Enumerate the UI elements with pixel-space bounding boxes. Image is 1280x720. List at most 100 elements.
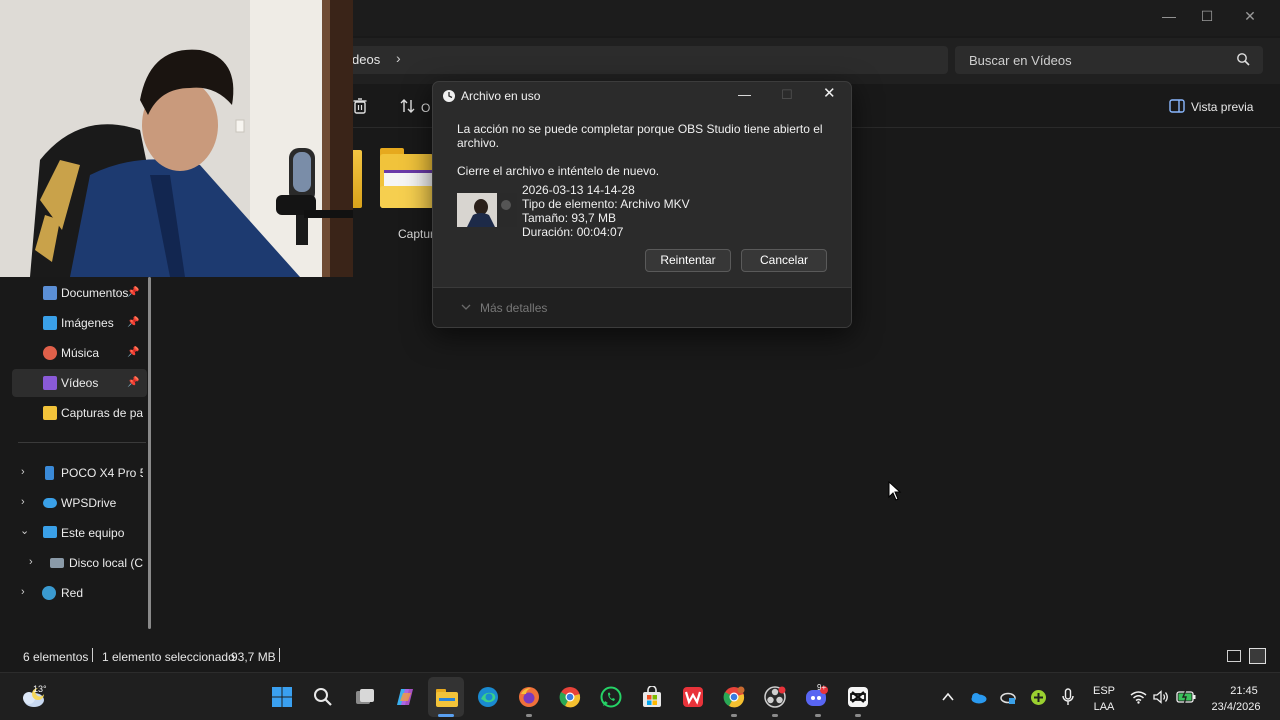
chevron-down-icon[interactable] <box>461 303 471 311</box>
music-icon <box>43 346 57 360</box>
sidebar-item-label: Documentos <box>61 286 129 300</box>
close-button[interactable]: ✕ <box>1230 4 1270 28</box>
onedrive-icon[interactable] <box>969 690 987 704</box>
language-indicator[interactable]: ESP <box>1093 685 1115 697</box>
webcam-overlay <box>0 0 353 277</box>
sidebar-item-red[interactable]: Red <box>61 586 83 600</box>
sidebar-item-wpsdrive[interactable]: WPSDrive <box>61 496 116 510</box>
dialog-close-button[interactable]: ✕ <box>823 86 836 101</box>
start-icon[interactable] <box>271 686 293 708</box>
edge-icon[interactable] <box>477 686 499 708</box>
chevron-up-icon[interactable] <box>942 692 954 702</box>
file-duration: Duración: 00:04:07 <box>522 225 624 239</box>
document-icon <box>43 286 57 300</box>
retry-button[interactable]: Reintentar <box>645 249 731 272</box>
keyboard-layout-indicator[interactable]: LAA <box>1093 701 1115 713</box>
dialog-message-line-2: archivo. <box>457 136 500 150</box>
chevron-right-icon[interactable]: › <box>21 496 25 508</box>
folder-icon <box>43 406 57 420</box>
cloud-icon <box>43 498 57 508</box>
more-details-toggle[interactable]: Más detalles <box>480 301 547 315</box>
maximize-button[interactable]: ☐ <box>1187 4 1227 28</box>
wps-icon[interactable] <box>682 686 704 708</box>
tiles-view-icon[interactable] <box>1249 648 1266 664</box>
battery-icon[interactable] <box>1176 689 1196 704</box>
video-thumbnail <box>457 193 517 227</box>
discord-notification-badge: 9+ <box>817 683 827 692</box>
sidebar-scrollbar[interactable] <box>148 277 151 629</box>
sidebar-item-label: Música <box>61 346 100 360</box>
chevron-right-icon[interactable]: › <box>29 556 33 568</box>
chevron-right-icon[interactable]: › <box>21 586 25 598</box>
dialog-maximize-button: ☐ <box>781 87 793 102</box>
mouse-cursor-icon <box>888 481 902 501</box>
folder-icon[interactable] <box>380 146 436 210</box>
item-count: 6 elementos <box>23 650 89 664</box>
chrome-icon[interactable] <box>559 686 581 708</box>
file-explorer-icon[interactable] <box>435 686 459 708</box>
address-field[interactable] <box>330 46 948 74</box>
sort-button-label[interactable]: O <box>421 101 430 115</box>
status-separator <box>279 648 280 662</box>
chevron-right-icon[interactable]: › <box>21 466 25 478</box>
clock-date[interactable]: 23/4/2026 <box>1206 701 1266 713</box>
dialog-instruction: Cierre el archivo e inténtelo de nuevo. <box>457 164 660 178</box>
preview-pane-button[interactable]: Vista previa <box>1191 100 1253 114</box>
item-label[interactable]: Captur <box>398 227 434 241</box>
active-app-indicator <box>438 714 454 717</box>
minimize-button[interactable]: — <box>1149 4 1189 28</box>
whatsapp-icon[interactable] <box>600 686 622 708</box>
pin-icon: 📌 <box>127 377 140 388</box>
file-size: Tamaño: 93,7 MB <box>522 211 617 225</box>
sidebar-item-label: Vídeos <box>61 376 99 390</box>
sidebar-divider <box>18 442 146 443</box>
running-app-indicator <box>731 714 737 717</box>
search-placeholder: Buscar en Vídeos <box>969 53 1072 68</box>
preview-pane-icon[interactable] <box>1169 99 1185 113</box>
dialog-title: Archivo en uso <box>461 89 541 103</box>
firefox-icon[interactable] <box>518 686 540 708</box>
wifi-icon[interactable] <box>1130 690 1147 704</box>
sidebar-item-disco-local[interactable]: Disco local (C: <box>69 556 143 570</box>
cancel-button[interactable]: Cancelar <box>741 249 827 272</box>
chrome-profile-icon[interactable] <box>723 686 745 708</box>
pin-icon: 📌 <box>127 347 140 358</box>
webcam-feed-image <box>0 0 353 277</box>
volume-icon[interactable] <box>1153 690 1169 704</box>
file-name: 2026-03-13 14-14-28 <box>522 183 635 197</box>
sort-icon[interactable] <box>399 97 417 115</box>
videos-icon <box>43 376 57 390</box>
running-app-indicator <box>772 714 778 717</box>
drive-icon <box>50 558 64 568</box>
weather-temperature: 13° <box>33 684 47 694</box>
store-icon[interactable] <box>641 686 663 708</box>
search-icon[interactable] <box>313 687 333 707</box>
clock-time[interactable]: 21:45 <box>1222 685 1266 697</box>
task-view-icon[interactable] <box>355 688 375 706</box>
sidebar-item-label: Imágenes <box>61 316 114 330</box>
running-app-indicator <box>855 714 861 717</box>
app-tray-icon[interactable] <box>1030 689 1047 706</box>
breadcrumb-chevron-icon[interactable]: › <box>396 50 401 66</box>
delete-icon[interactable] <box>351 97 369 115</box>
computer-icon <box>43 526 57 538</box>
details-view-icon[interactable] <box>1227 650 1241 662</box>
sidebar-item-poco[interactable]: POCO X4 Pro 5C <box>61 466 143 480</box>
obs-icon[interactable] <box>764 686 786 708</box>
pin-icon: 📌 <box>127 287 140 298</box>
selection-count: 1 elemento seleccionado <box>102 650 235 664</box>
phone-icon <box>45 466 54 480</box>
pin-icon: 📌 <box>127 317 140 328</box>
breadcrumb-current[interactable]: deos <box>352 52 380 67</box>
search-icon[interactable] <box>1236 52 1250 66</box>
chevron-down-icon[interactable]: ⌄ <box>20 524 29 537</box>
capcut-icon[interactable] <box>847 686 869 708</box>
copilot-icon[interactable] <box>395 687 417 707</box>
running-app-indicator <box>815 714 821 717</box>
microphone-icon[interactable] <box>1062 688 1074 706</box>
sidebar-item-este-equipo[interactable]: Este equipo <box>61 526 124 540</box>
cloud-sync-icon[interactable] <box>999 689 1017 705</box>
dialog-minimize-button[interactable]: — <box>738 88 751 102</box>
file-type: Tipo de elemento: Archivo MKV <box>522 197 690 211</box>
sidebar-item-label: Capturas de par <box>61 406 143 420</box>
